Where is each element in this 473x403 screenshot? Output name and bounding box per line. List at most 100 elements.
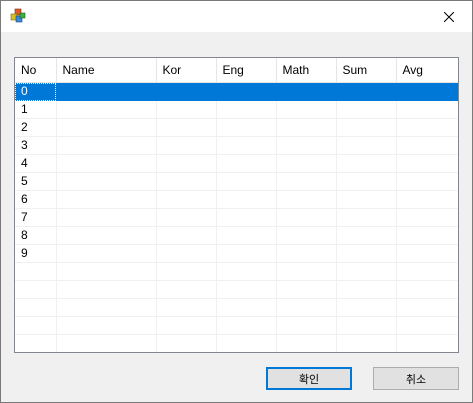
empty-grid-cell bbox=[216, 316, 277, 335]
table-cell bbox=[276, 172, 337, 191]
table-cell bbox=[336, 154, 397, 173]
table-cell: 3 bbox=[15, 136, 57, 155]
table-cell bbox=[216, 154, 277, 173]
table-cell bbox=[216, 136, 277, 155]
table-row[interactable]: 2 bbox=[15, 118, 458, 137]
column-header-row: No Name Kor Eng Math Sum Avg bbox=[15, 58, 458, 83]
empty-grid-cell bbox=[216, 334, 277, 352]
table-row[interactable]: 6 bbox=[15, 190, 458, 209]
empty-grid-cell bbox=[396, 316, 458, 335]
table-cell bbox=[216, 226, 277, 245]
table-cell bbox=[336, 82, 397, 101]
table-row[interactable]: 4 bbox=[15, 154, 458, 173]
table-cell bbox=[216, 190, 277, 209]
empty-grid-cell bbox=[396, 280, 458, 299]
close-button[interactable] bbox=[426, 1, 472, 32]
empty-grid-cell bbox=[15, 298, 57, 317]
table-cell bbox=[216, 172, 277, 191]
table-cell bbox=[156, 172, 217, 191]
cancel-button[interactable]: 취소 bbox=[373, 367, 459, 390]
title-bar[interactable] bbox=[1, 1, 472, 32]
application-cubes-icon bbox=[10, 8, 26, 24]
column-header-name[interactable]: Name bbox=[56, 58, 157, 83]
table-cell bbox=[396, 100, 458, 119]
empty-grid-row bbox=[15, 316, 458, 335]
table-cell bbox=[216, 118, 277, 137]
column-header-kor[interactable]: Kor bbox=[156, 58, 217, 83]
table-cell bbox=[56, 136, 157, 155]
table-cell bbox=[156, 244, 217, 263]
empty-grid-cell bbox=[15, 316, 57, 335]
table-cell bbox=[336, 118, 397, 137]
table-cell bbox=[396, 82, 458, 101]
table-cell bbox=[336, 226, 397, 245]
table-cell bbox=[156, 190, 217, 209]
table-cell bbox=[336, 100, 397, 119]
table-cell bbox=[56, 118, 157, 137]
empty-grid-cell bbox=[276, 262, 337, 281]
empty-grid-cell bbox=[56, 316, 157, 335]
table-cell bbox=[56, 190, 157, 209]
table-cell bbox=[396, 136, 458, 155]
empty-grid-row bbox=[15, 334, 458, 352]
table-row[interactable]: 9 bbox=[15, 244, 458, 263]
table-cell bbox=[276, 136, 337, 155]
table-row[interactable]: 7 bbox=[15, 208, 458, 227]
column-header-eng[interactable]: Eng bbox=[216, 58, 277, 83]
empty-grid-cell bbox=[216, 262, 277, 281]
table-cell bbox=[56, 226, 157, 245]
table-cell: 6 bbox=[15, 190, 57, 209]
table-row[interactable]: 0 bbox=[15, 82, 458, 101]
empty-grid-cell bbox=[156, 298, 217, 317]
ok-button[interactable]: 확인 bbox=[266, 367, 352, 390]
empty-grid-cell bbox=[396, 298, 458, 317]
empty-grid-cell bbox=[276, 298, 337, 317]
table-cell: 2 bbox=[15, 118, 57, 137]
table-row[interactable]: 8 bbox=[15, 226, 458, 245]
empty-grid-cell bbox=[276, 280, 337, 299]
column-header-no[interactable]: No bbox=[15, 58, 57, 83]
table-cell bbox=[396, 118, 458, 137]
table-cell bbox=[336, 208, 397, 227]
table-body: 0123456789 bbox=[15, 82, 458, 352]
table-cell bbox=[396, 190, 458, 209]
empty-grid-cell bbox=[216, 298, 277, 317]
table-cell bbox=[276, 208, 337, 227]
table-cell bbox=[156, 136, 217, 155]
close-icon bbox=[444, 11, 454, 22]
empty-grid-cell bbox=[216, 280, 277, 299]
table-row[interactable]: 5 bbox=[15, 172, 458, 191]
table-cell bbox=[56, 208, 157, 227]
table-cell bbox=[276, 226, 337, 245]
empty-grid-cell bbox=[336, 298, 397, 317]
empty-grid-cell bbox=[276, 334, 337, 352]
column-header-sum[interactable]: Sum bbox=[336, 58, 397, 83]
table-cell bbox=[396, 154, 458, 173]
table-cell bbox=[56, 154, 157, 173]
empty-grid-cell bbox=[15, 334, 57, 352]
table-cell bbox=[336, 244, 397, 263]
dialog-window: No Name Kor Eng Math Sum Avg 0123456789 … bbox=[0, 0, 473, 403]
table-row[interactable]: 1 bbox=[15, 100, 458, 119]
table-cell: 4 bbox=[15, 154, 57, 173]
empty-grid-cell bbox=[56, 298, 157, 317]
empty-grid-cell bbox=[336, 316, 397, 335]
table-cell bbox=[276, 118, 337, 137]
table-cell bbox=[156, 82, 217, 101]
empty-grid-cell bbox=[396, 262, 458, 281]
table-row[interactable]: 3 bbox=[15, 136, 458, 155]
empty-grid-cell bbox=[156, 262, 217, 281]
empty-grid-cell bbox=[336, 334, 397, 352]
empty-grid-cell bbox=[156, 280, 217, 299]
column-header-math[interactable]: Math bbox=[276, 58, 337, 83]
dialog-client-area: No Name Kor Eng Math Sum Avg 0123456789 … bbox=[1, 32, 472, 402]
column-header-avg[interactable]: Avg bbox=[396, 58, 458, 83]
table-cell bbox=[56, 244, 157, 263]
empty-grid-cell bbox=[56, 262, 157, 281]
table-cell bbox=[156, 118, 217, 137]
score-list-view[interactable]: No Name Kor Eng Math Sum Avg 0123456789 bbox=[14, 57, 459, 353]
empty-grid-cell bbox=[276, 316, 337, 335]
table-cell bbox=[216, 100, 277, 119]
empty-grid-cell bbox=[336, 280, 397, 299]
table-cell bbox=[56, 100, 157, 119]
